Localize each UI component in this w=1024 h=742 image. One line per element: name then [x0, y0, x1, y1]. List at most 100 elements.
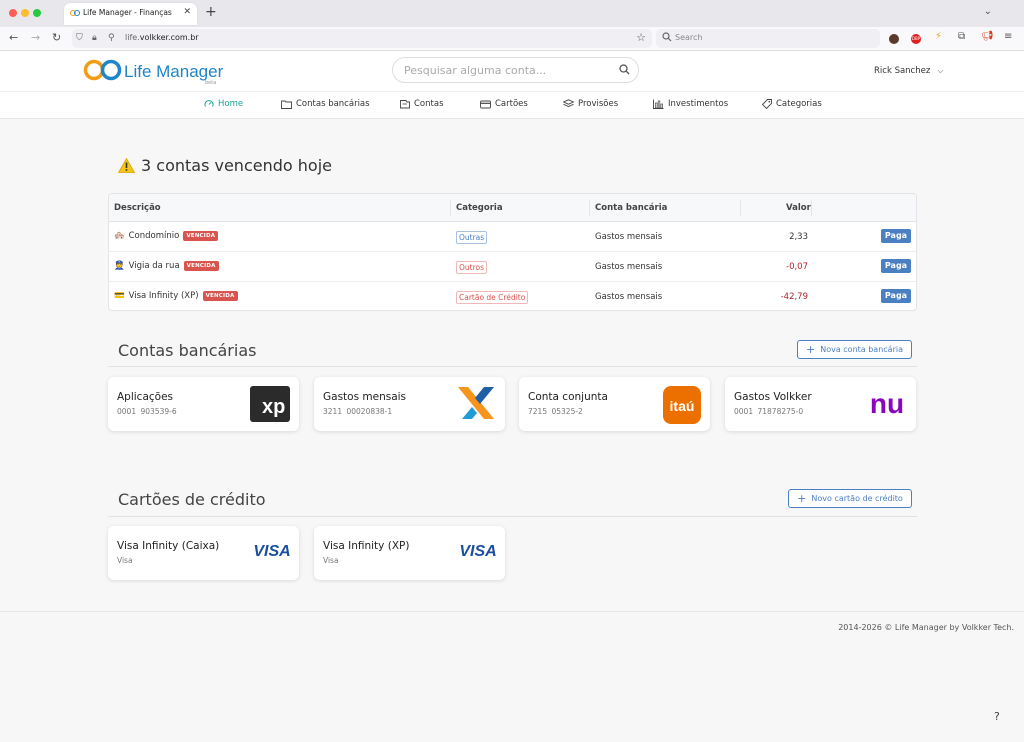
- bank-account-name: Gastos mensais: [595, 262, 663, 272]
- permissions-icon[interactable]: ⚲: [108, 33, 115, 43]
- section-divider: [108, 516, 917, 517]
- url-bar[interactable]: ⛉ 🔒︎ ⚲ life.volkker.com.br ☆: [72, 29, 652, 48]
- search-icon: [662, 32, 672, 42]
- browser-tab[interactable]: Life Manager - Finanças ✕: [64, 3, 197, 25]
- bill-description[interactable]: 👮 Vigia da rua VENCIDA: [114, 261, 219, 271]
- status-badge: VENCIDA: [183, 231, 219, 241]
- nav-item-contas[interactable]: Contas: [400, 99, 444, 109]
- minimize-window-button[interactable]: [21, 9, 29, 17]
- svg-text:itaú: itaú: [670, 398, 695, 414]
- column-header-conta-bancaria[interactable]: Conta bancária: [595, 203, 667, 213]
- nav-item-categorias[interactable]: Categorias: [762, 99, 822, 109]
- extensions-puzzle-icon[interactable]: ⧉: [958, 31, 965, 42]
- nav-label: Categorias: [776, 99, 822, 109]
- bank-account-card[interactable]: Gastos mensais 3211 00020838-1: [314, 377, 505, 431]
- tab-list-chevron-icon[interactable]: ⌄: [984, 6, 992, 17]
- visa-logo-icon: VISA: [459, 543, 496, 560]
- main-nav: Home Contas bancárias Contas Cartões Pro…: [0, 92, 1024, 119]
- nav-item-home[interactable]: Home: [204, 99, 243, 109]
- bill-value: 2,33: [789, 232, 808, 242]
- nav-label: Cartões: [495, 99, 528, 109]
- new-tab-button[interactable]: +: [205, 5, 217, 19]
- nav-item-contas-bancarias[interactable]: Contas bancárias: [281, 99, 370, 109]
- shield-icon[interactable]: ⛉: [76, 33, 83, 43]
- account-details: 0001 71878275-0: [734, 407, 804, 416]
- caixa-logo-icon: [458, 387, 494, 419]
- logo-beta-label: beta: [205, 80, 217, 86]
- card-name: Visa Infinity (Caixa): [117, 540, 220, 552]
- section-divider: [108, 366, 917, 367]
- new-credit-card-button[interactable]: + Novo cartão de crédito: [788, 489, 912, 508]
- account-name: Aplicações: [117, 391, 174, 403]
- forward-arrow-icon[interactable]: →: [31, 31, 40, 45]
- search-icon[interactable]: [619, 64, 630, 75]
- new-bank-account-button[interactable]: + Nova conta bancária: [797, 340, 912, 359]
- card-brand: Visa: [117, 556, 133, 565]
- search-input[interactable]: Pesquisar alguma conta...: [392, 57, 639, 83]
- visa-logo-icon: VISA: [253, 543, 290, 560]
- bank-account-card[interactable]: Gastos Volkker 0001 71878275-0 nu: [725, 377, 916, 431]
- xp-logo-icon: xp: [250, 386, 290, 422]
- gauge-icon: [204, 100, 214, 107]
- pay-button[interactable]: Paga: [881, 259, 911, 273]
- user-menu[interactable]: Rick Sanchez ⌵: [874, 66, 943, 76]
- search-placeholder: Pesquisar alguma conta...: [404, 64, 547, 77]
- column-header-descricao[interactable]: Descrição: [114, 203, 161, 213]
- account-name: Conta conjunta: [528, 391, 608, 403]
- help-button[interactable]: ?: [994, 710, 1000, 723]
- itau-logo-icon: itaú: [663, 386, 701, 424]
- nav-label: Home: [218, 99, 244, 109]
- bill-description[interactable]: 💳 Visa Infinity (XP) VENCIDA: [114, 291, 238, 301]
- credit-cards-heading: Cartões de crédito: [118, 490, 266, 509]
- column-divider: [811, 200, 812, 216]
- close-tab-icon[interactable]: ✕: [183, 7, 191, 17]
- due-today-heading: 3 contas vencendo hoje: [118, 156, 332, 175]
- nav-item-cartoes[interactable]: Cartões: [480, 99, 528, 109]
- life-manager-logo-icon[interactable]: [83, 59, 123, 81]
- browser-tab-bar: Life Manager - Finanças ✕ + ⌄: [0, 0, 1024, 27]
- credit-card-card[interactable]: Visa Infinity (XP) Visa VISA: [314, 526, 505, 580]
- category-tag: Outras: [456, 231, 488, 244]
- bookmark-star-icon[interactable]: ☆: [636, 31, 646, 44]
- lock-icon[interactable]: 🔒︎: [92, 33, 97, 43]
- profile-avatar-icon[interactable]: [889, 34, 899, 44]
- close-window-button[interactable]: [9, 9, 17, 17]
- bill-emoji-icon: 🏘️: [114, 231, 125, 241]
- browser-search-bar[interactable]: Search: [656, 29, 880, 48]
- bank-account-card[interactable]: Aplicações 0001 903539-6 xp: [108, 377, 299, 431]
- maximize-window-button[interactable]: [33, 9, 41, 17]
- nav-item-investimentos[interactable]: Investimentos: [653, 99, 728, 109]
- bill-value: -0,07: [786, 262, 808, 272]
- due-bills-table: Descrição Categoria Conta bancária Valor…: [108, 193, 917, 311]
- tab-title: Life Manager - Finanças: [83, 8, 172, 17]
- column-header-categoria[interactable]: Categoria: [456, 203, 503, 213]
- extension-badge-icon[interactable]: DBP: [911, 34, 921, 44]
- credit-card-card[interactable]: Visa Infinity (Caixa) Visa VISA: [108, 526, 299, 580]
- lightning-extension-icon[interactable]: ⚡: [935, 31, 942, 42]
- user-name: Rick Sanchez: [874, 66, 931, 76]
- bank-account-name: Gastos mensais: [595, 292, 663, 302]
- svg-text:VISA: VISA: [459, 543, 496, 560]
- bar-chart-icon: [653, 99, 664, 109]
- folder-icon: [281, 100, 292, 109]
- chevron-down-icon: ⌵: [937, 66, 944, 75]
- back-arrow-icon[interactable]: ←: [9, 31, 18, 45]
- column-header-valor[interactable]: Valor: [786, 203, 811, 213]
- reload-icon[interactable]: ↻: [52, 31, 61, 45]
- card-brand: Visa: [323, 556, 339, 565]
- account-details: 3211 00020838-1: [323, 407, 393, 416]
- bank-account-card[interactable]: Conta conjunta 7215 05325-2 itaú: [519, 377, 710, 431]
- nubank-logo-icon: nu: [870, 389, 904, 419]
- megaphone-extension-icon[interactable]: 📢︎: [981, 31, 994, 42]
- logo-text[interactable]: Life Manager: [124, 62, 223, 82]
- account-details: 0001 903539-6: [117, 407, 177, 416]
- pay-button[interactable]: Paga: [881, 289, 911, 303]
- nav-item-provisoes[interactable]: Provisões: [563, 99, 618, 109]
- pay-button[interactable]: Paga: [881, 229, 911, 243]
- account-details: 7215 05325-2: [528, 407, 583, 416]
- menu-hamburger-icon[interactable]: ≡: [1004, 31, 1012, 42]
- layers-icon: [563, 99, 574, 107]
- browser-search-placeholder: Search: [675, 33, 703, 42]
- svg-text:xp: xp: [262, 396, 285, 418]
- bill-description[interactable]: 🏘️ Condomínio VENCIDA: [114, 231, 219, 241]
